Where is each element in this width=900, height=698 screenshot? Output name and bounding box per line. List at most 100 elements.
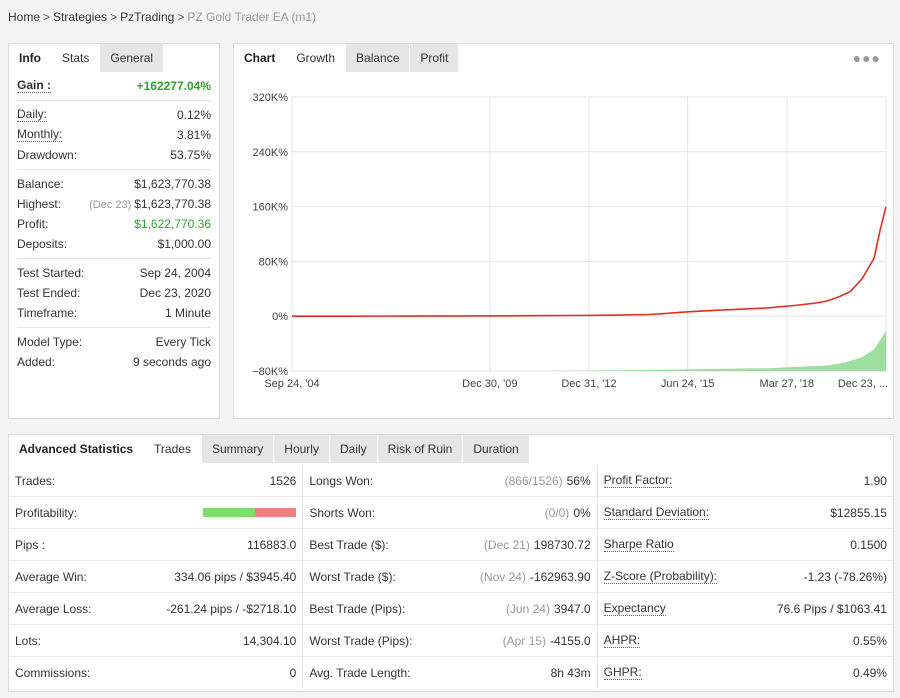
tab-growth[interactable]: Growth — [286, 44, 347, 72]
worst-trade-pips-wrap: (Apr 15) -4155.0 — [503, 634, 591, 648]
breadcrumb-home[interactable]: Home — [8, 10, 40, 24]
x-tick-label: Sep 24, '04 — [264, 378, 319, 390]
tab-duration[interactable]: Duration — [463, 435, 530, 463]
stat-row: Sharpe Ratio 0.1500 — [597, 529, 893, 561]
best-trade-pips-wrap: (Jun 24) 3947.0 — [506, 602, 591, 616]
deposits-label: Deposits: — [17, 237, 68, 251]
advanced-tabs: Advanced Statistics Trades Summary Hourl… — [9, 435, 893, 463]
breadcrumb-strategies[interactable]: Strategies — [53, 10, 107, 24]
daily-row: Daily: 0.12% — [17, 105, 211, 125]
worst-trade-usd-label: Worst Trade ($): — [309, 569, 396, 584]
profitability-loss-fill — [255, 508, 297, 517]
average-loss-label: Average Loss: — [15, 601, 92, 616]
balance-value: $1,623,770.38 — [134, 177, 211, 191]
sharpe-ratio-label[interactable]: Sharpe Ratio — [603, 537, 674, 552]
timeframe-value: 1 Minute — [164, 306, 211, 320]
z-score-label[interactable]: Z-Score (Probability): — [603, 569, 718, 584]
trades-label: Trades: — [15, 473, 56, 488]
standard-deviation-label[interactable]: Standard Deviation: — [603, 505, 710, 520]
best-trade-pips-date: (Jun 24) — [505, 601, 550, 616]
ahpr-label[interactable]: AHPR: — [603, 633, 641, 648]
shorts-won-wrap: (0/0) 0% — [545, 506, 591, 520]
ghpr-value: 0.49% — [852, 666, 887, 680]
stat-row: Best Trade (Pips): (Jun 24) 3947.0 — [303, 593, 597, 625]
tab-risk-of-ruin[interactable]: Risk of Ruin — [377, 435, 464, 463]
advanced-grid: Trades: 1526 Profitability: Pips : 116883.… — [9, 465, 893, 689]
tab-general[interactable]: General — [100, 44, 165, 72]
daily-value: 0.12% — [176, 108, 211, 122]
monthly-label[interactable]: Monthly: — [17, 128, 63, 142]
y-tick-label: 240K% — [253, 147, 289, 159]
more-dots-icon[interactable]: ●●● — [853, 50, 881, 66]
added-label: Added: — [17, 355, 56, 369]
stat-row: Expectancy 76.6 Pips / $1063.41 — [597, 593, 893, 625]
ghpr-label[interactable]: GHPR: — [603, 666, 642, 680]
best-trade-usd-label: Best Trade ($): — [309, 537, 389, 552]
tab-hourly[interactable]: Hourly — [274, 435, 330, 463]
y-tick-label: −80K% — [252, 366, 288, 378]
model-type-row: Model Type: Every Tick — [17, 332, 211, 352]
expectancy-label[interactable]: Expectancy — [603, 601, 666, 616]
profit-factor-label[interactable]: Profit Factor: — [603, 473, 673, 488]
standard-deviation-value: $12855.15 — [830, 505, 887, 520]
info-panel: Info Stats General Gain : +162277.04% Da… — [8, 43, 220, 419]
gain-label[interactable]: Gain : — [17, 79, 52, 93]
tab-trades[interactable]: Trades — [144, 435, 202, 463]
trades-value: 1526 — [269, 473, 297, 488]
drawdown-value: 53.75% — [170, 148, 211, 162]
monthly-row: Monthly: 3.81% — [17, 125, 211, 145]
best-trade-pips-value: 3947.0 — [553, 601, 591, 616]
lots-label: Lots: — [15, 633, 42, 648]
z-score-value: -1.23 (-78.26%) — [803, 569, 887, 584]
stat-row: Longs Won: (866/1526) 56% — [303, 465, 597, 497]
stat-row: Pips : 116883.0 — [9, 529, 303, 561]
stat-row: GHPR: 0.49% — [598, 657, 893, 689]
drawdown-row: Drawdown: 53.75% — [17, 145, 211, 165]
tab-stats[interactable]: Stats — [52, 44, 101, 72]
worst-trade-pips-label: Worst Trade (Pips): — [309, 633, 413, 648]
stat-row: Average Loss: -261.24 pips / -$2718.10 — [9, 593, 303, 625]
avg-trade-length-value: 8h 43m — [550, 666, 591, 680]
stat-row: Best Trade ($): (Dec 21) 198730.72 — [303, 529, 597, 561]
longs-won-value: 56% — [566, 473, 591, 488]
tab-chart[interactable]: Chart — [234, 44, 287, 72]
tab-daily[interactable]: Daily — [329, 435, 378, 463]
tab-advanced-statistics[interactable]: Advanced Statistics — [9, 435, 145, 463]
y-tick-label: 160K% — [253, 202, 289, 214]
model-type-value: Every Tick — [155, 335, 211, 349]
highest-label: Highest: — [17, 197, 62, 211]
stat-row: Worst Trade (Pips): (Apr 15) -4155.0 — [303, 625, 597, 657]
x-tick-label: Jun 24, '15 — [661, 378, 714, 390]
best-trade-pips-label: Best Trade (Pips): — [309, 601, 406, 616]
stats-column-1: Trades: 1526 Profitability: Pips : 116883.… — [9, 465, 304, 689]
deposits-value: $1,000.00 — [157, 237, 211, 251]
daily-label[interactable]: Daily: — [17, 108, 48, 122]
stat-row: Commissions: 0 — [9, 657, 302, 689]
x-tick-label: Dec 31, '12 — [561, 378, 616, 390]
commissions-value: 0 — [289, 666, 297, 680]
y-tick-label: 0% — [272, 311, 288, 323]
model-type-label: Model Type: — [17, 335, 83, 349]
worst-trade-pips-date: (Apr 15) — [502, 633, 546, 648]
worst-trade-usd-wrap: (Nov 24) -162963.90 — [480, 570, 591, 584]
breadcrumb-pztrading[interactable]: PzTrading — [120, 10, 174, 24]
stats-column-2: Longs Won: (866/1526) 56% Shorts Won: (0/0)… — [303, 465, 598, 689]
tab-summary[interactable]: Summary — [201, 435, 275, 463]
tab-profit[interactable]: Profit — [410, 44, 460, 72]
longs-won-label: Longs Won: — [309, 473, 374, 488]
shorts-won-label: Shorts Won: — [309, 505, 376, 520]
info-body: Gain : +162277.04% Daily: 0.12% Monthly:… — [17, 72, 211, 376]
tab-info[interactable]: Info — [9, 44, 52, 72]
highest-row: Highest: (Dec 23) $1,623,770.38 — [17, 194, 211, 214]
highest-value: $1,623,770.38 — [134, 197, 211, 211]
worst-trade-usd-date: (Nov 24) — [479, 569, 526, 584]
breadcrumb-separator: > — [177, 10, 185, 24]
stat-row: Worst Trade ($): (Nov 24) -162963.90 — [303, 561, 597, 593]
test-started-row: Test Started: Sep 24, 2004 — [17, 263, 211, 283]
stat-row: AHPR: 0.55% — [597, 625, 893, 657]
stat-row: Trades: 1526 — [9, 465, 303, 497]
test-started-label: Test Started: — [17, 266, 85, 280]
tab-balance[interactable]: Balance — [346, 44, 411, 72]
rate-group: Daily: 0.12% Monthly: 3.81% Drawdown: 53… — [17, 101, 211, 170]
commissions-label: Commissions: — [15, 666, 91, 680]
